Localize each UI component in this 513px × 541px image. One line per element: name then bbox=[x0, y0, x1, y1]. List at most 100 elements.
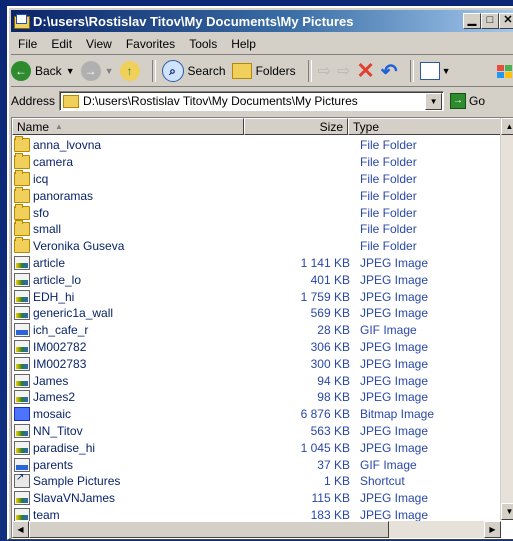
jpeg-icon bbox=[14, 440, 30, 455]
file-name: Veronika Guseva bbox=[33, 239, 125, 254]
file-row[interactable]: James2 98 KB JPEG Image bbox=[12, 389, 513, 406]
chevron-down-icon[interactable]: ▼ bbox=[425, 93, 443, 110]
file-row[interactable]: ich_cafe_r 28 KB GIF Image bbox=[12, 322, 513, 339]
file-name: paradise_hi bbox=[33, 440, 96, 455]
file-name-cell: ich_cafe_r bbox=[12, 323, 240, 338]
views-button[interactable]: ▼ bbox=[419, 58, 451, 84]
scroll-left-arrow-icon[interactable]: ◀ bbox=[12, 521, 29, 538]
minimize-button[interactable]: ▁ bbox=[463, 13, 481, 29]
file-type: Shortcut bbox=[360, 474, 405, 489]
file-name-cell: anna_lvovna bbox=[12, 136, 240, 153]
horizontal-scroll-thumb[interactable] bbox=[29, 521, 389, 538]
jpeg-icon bbox=[14, 306, 30, 321]
go-button[interactable]: → Go bbox=[450, 93, 485, 109]
file-row[interactable]: camera File Folder bbox=[12, 153, 513, 171]
close-button[interactable]: ✕ bbox=[499, 13, 513, 29]
forward-button[interactable]: → ▼ bbox=[80, 58, 114, 84]
file-row[interactable]: generic1a_wall 569 KB JPEG Image bbox=[12, 305, 513, 322]
file-name-cell: SlavaVNJames bbox=[12, 491, 240, 506]
file-row[interactable]: article 1 141 KB JPEG Image bbox=[12, 255, 513, 272]
file-size: 37 KB bbox=[317, 457, 350, 472]
undo-button[interactable]: ↶ bbox=[381, 58, 398, 84]
folder-icon bbox=[13, 13, 30, 29]
file-row[interactable]: Sample Pictures 1 KB Shortcut bbox=[12, 472, 513, 490]
file-row[interactable]: EDH_hi 1 759 KB JPEG Image bbox=[12, 288, 513, 305]
copy-to-button[interactable]: ⇨ bbox=[337, 58, 350, 84]
file-type: JPEG Image bbox=[360, 289, 429, 304]
scroll-up-arrow-icon[interactable]: ▲ bbox=[501, 118, 513, 135]
file-name-cell: panoramas bbox=[12, 186, 240, 203]
file-row[interactable]: mosaic 6 876 KB Bitmap Image bbox=[12, 406, 513, 423]
jpeg-icon bbox=[14, 339, 30, 354]
menu-edit[interactable]: Edit bbox=[44, 37, 79, 51]
file-name-cell: EDH_hi bbox=[12, 289, 240, 304]
file-row[interactable]: panoramas File Folder bbox=[12, 186, 513, 204]
folders-button[interactable]: Folders bbox=[231, 58, 296, 84]
file-rows: anna_lvovna File Folder camera File Folder i… bbox=[12, 136, 513, 523]
file-type: JPEG Image bbox=[360, 373, 429, 388]
file-size: 1 759 KB bbox=[300, 289, 350, 304]
back-button[interactable]: ← Back ▼ bbox=[11, 58, 75, 84]
menu-view[interactable]: View bbox=[79, 37, 119, 51]
file-row[interactable]: sfo File Folder bbox=[12, 203, 513, 221]
folder-icon bbox=[14, 169, 30, 186]
column-header-type[interactable]: Type bbox=[348, 118, 513, 135]
file-name: generic1a_wall bbox=[33, 306, 114, 321]
file-name-cell: camera bbox=[12, 153, 240, 170]
file-size: 94 KB bbox=[317, 373, 350, 388]
delete-button[interactable]: ✕ bbox=[356, 58, 374, 84]
file-row[interactable]: IM002782 306 KB JPEG Image bbox=[12, 339, 513, 356]
file-name: Sample Pictures bbox=[33, 474, 121, 489]
file-size: 300 KB bbox=[310, 356, 350, 371]
file-type: GIF Image bbox=[360, 457, 417, 472]
file-name-cell: Veronika Guseva bbox=[12, 237, 240, 254]
jpeg-icon bbox=[14, 272, 30, 287]
file-size: 306 KB bbox=[310, 339, 350, 354]
jpeg-icon bbox=[14, 507, 30, 522]
file-size: 1 141 KB bbox=[300, 255, 350, 270]
file-row[interactable]: paradise_hi 1 045 KB JPEG Image bbox=[12, 439, 513, 456]
column-header-name[interactable]: Name ▲ bbox=[12, 118, 244, 135]
file-name: ich_cafe_r bbox=[33, 323, 89, 338]
file-row[interactable]: article_lo 401 KB JPEG Image bbox=[12, 271, 513, 288]
move-to-button[interactable]: ⇨ bbox=[318, 58, 331, 84]
file-name: mosaic bbox=[33, 407, 72, 422]
file-row[interactable]: icq File Folder bbox=[12, 169, 513, 188]
address-field[interactable]: D:\users\Rostislav Titov\My Documents\My… bbox=[59, 91, 445, 111]
file-type: JPEG Image bbox=[360, 491, 429, 506]
sort-up-icon: ▲ bbox=[55, 122, 63, 131]
menu-help[interactable]: Help bbox=[224, 37, 263, 51]
file-row[interactable]: IM002783 300 KB JPEG Image bbox=[12, 355, 513, 372]
up-folder-button[interactable]: ↑ bbox=[119, 58, 140, 84]
file-row[interactable]: James 94 KB JPEG Image bbox=[12, 372, 513, 389]
file-type: JPEG Image bbox=[360, 255, 429, 270]
vertical-scrollbar[interactable]: ▲ ▼ bbox=[500, 118, 513, 520]
search-button[interactable]: ⌕ Search bbox=[161, 58, 226, 84]
file-row[interactable]: anna_lvovna File Folder bbox=[12, 136, 513, 154]
menu-favorites[interactable]: Favorites bbox=[119, 37, 182, 51]
column-header-size[interactable]: Size bbox=[244, 118, 348, 135]
file-row[interactable]: SlavaVNJames 115 KB JPEG Image bbox=[12, 490, 513, 507]
title-bar[interactable]: D:\users\Rostislav Titov\My Documents\My… bbox=[11, 10, 513, 32]
file-size: 1 KB bbox=[323, 474, 350, 489]
undo-icon: ↶ bbox=[380, 60, 398, 83]
file-type: JPEG Image bbox=[360, 339, 429, 354]
scroll-right-arrow-icon[interactable]: ▶ bbox=[484, 521, 501, 538]
file-type: JPEG Image bbox=[360, 390, 429, 405]
file-row[interactable]: Veronika Guseva File Folder bbox=[12, 237, 513, 255]
file-type: JPEG Image bbox=[360, 272, 429, 287]
horizontal-scrollbar[interactable]: ◀ ▶ bbox=[12, 521, 501, 538]
file-row[interactable]: small File Folder bbox=[12, 220, 513, 238]
jpeg-icon bbox=[14, 289, 30, 304]
menu-file[interactable]: File bbox=[11, 37, 44, 51]
scroll-down-arrow-icon[interactable]: ▼ bbox=[501, 503, 513, 520]
menu-tools[interactable]: Tools bbox=[182, 37, 224, 51]
views-icon bbox=[419, 62, 440, 80]
file-name: James2 bbox=[33, 390, 76, 405]
file-name: SlavaVNJames bbox=[33, 491, 116, 506]
file-row[interactable]: NN_Titov 563 KB JPEG Image bbox=[12, 423, 513, 440]
file-row[interactable]: parents 37 KB GIF Image bbox=[12, 456, 513, 473]
maximize-button[interactable]: □ bbox=[481, 13, 499, 29]
search-label: Search bbox=[187, 64, 226, 78]
window-title: D:\users\Rostislav Titov\My Documents\My… bbox=[33, 13, 354, 29]
